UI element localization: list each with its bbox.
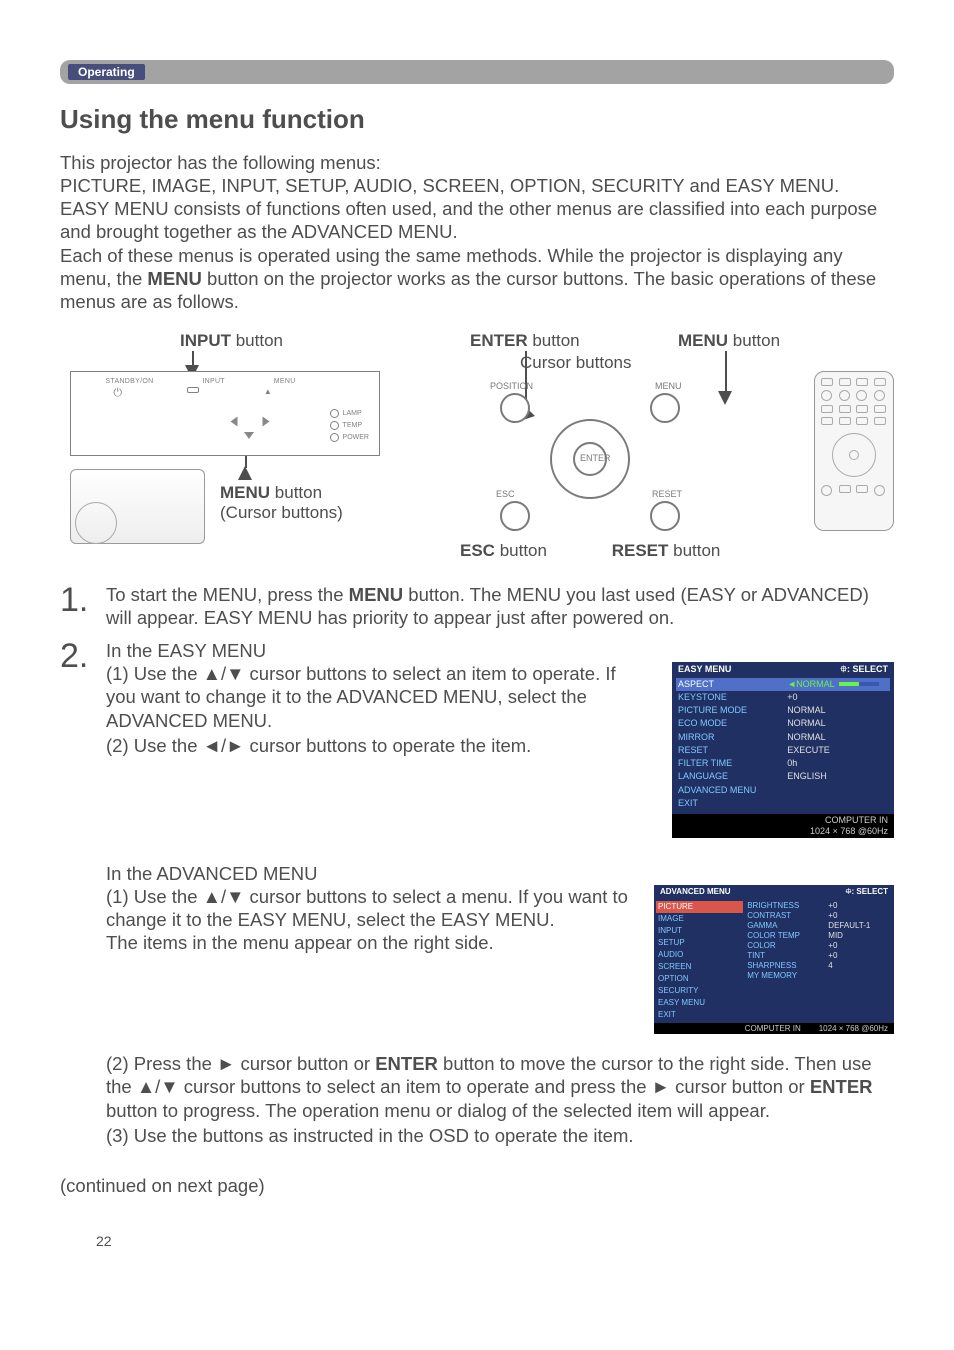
- page-title: Using the menu function: [60, 104, 894, 135]
- cursor-diagram: POSITION MENU ENTER ESC RESET: [460, 381, 720, 536]
- projector-top-panel: STANDBY/ON INPUT MENU ⏻ ▲ LAMP TEMP: [70, 371, 380, 456]
- adv-menu-item: IMAGE: [656, 913, 743, 925]
- easy-menu-row: RESETEXECUTE: [676, 744, 890, 757]
- page-number: 22: [60, 1233, 894, 1249]
- adv-step-3: (3) Use the buttons as instructed in the…: [106, 1124, 894, 1147]
- adv-step-2: (2) Press the ► cursor button or ENTER b…: [106, 1052, 894, 1121]
- section-tag: Operating: [68, 64, 145, 80]
- projector-diagram: STANDBY/ON INPUT MENU ⏻ ▲ LAMP TEMP: [70, 371, 380, 546]
- adv-menu-subitem: MY MEMORY: [747, 971, 892, 981]
- adv-menu-item: AUDIO: [656, 949, 743, 961]
- panel-temp-label: TEMP: [343, 420, 362, 432]
- adv-menu-item: SETUP: [656, 937, 743, 949]
- adv-step-1: (1) Use the ▲/▼ cursor buttons to select…: [106, 885, 634, 931]
- adv-menu-item: PICTURE: [656, 901, 743, 913]
- adv-menu-item: INPUT: [656, 925, 743, 937]
- adv-menu-item: EXIT: [656, 1009, 743, 1021]
- step-2: 2. In the EASY MENU (1) Use the ▲/▼ curs…: [60, 639, 894, 1147]
- menu-button-label: MENU button: [678, 331, 780, 351]
- diag-menu-button: [650, 393, 680, 423]
- panel-lamp-label: LAMP: [343, 408, 362, 420]
- easy-menu-foot1: COMPUTER IN: [825, 815, 888, 825]
- panel-input-label: INPUT: [202, 378, 225, 385]
- menu-cursor-label: MENU button (Cursor buttons): [220, 483, 343, 523]
- diag-position-label: POSITION: [490, 381, 533, 391]
- easy-menu-screenshot: EASY MENU ⯐: SELECT ASPECT◄NORMALKEYSTON…: [672, 662, 894, 837]
- adv-menu-subitem: GAMMADEFAULT-1: [747, 921, 892, 931]
- easy-menu-row: ADVANCED MENU: [676, 784, 890, 797]
- projector-body-icon: [70, 469, 205, 544]
- section-bar: Operating: [60, 60, 894, 84]
- adv-menu-item: SCREEN: [656, 961, 743, 973]
- step-1: 1. To start the MENU, press the MENU but…: [60, 583, 894, 629]
- enter-button-label: ENTER button: [470, 331, 580, 351]
- easy-menu-heading: In the EASY MENU: [106, 639, 894, 662]
- adv-menu-subitem: COLOR+0: [747, 941, 892, 951]
- adv-menu-screenshot: ADVANCED MENU ⯐: SELECT PICTUREIMAGEINPU…: [654, 885, 894, 1035]
- adv-menu-subitem: CONTRAST+0: [747, 911, 892, 921]
- adv-menu-subitem: TINT+0: [747, 951, 892, 961]
- easy-step-2: (2) Use the ◄/► cursor buttons to operat…: [106, 734, 634, 757]
- continued-text: (continued on next page): [60, 1175, 894, 1197]
- adv-menu-foot2: 1024 × 768 @60Hz: [819, 1024, 888, 1034]
- esc-button-label: ESC button: [460, 541, 547, 561]
- diag-esc-button: [500, 501, 530, 531]
- adv-menu-item: EASY MENU: [656, 997, 743, 1009]
- easy-menu-row: LANGUAGEENGLISH: [676, 770, 890, 783]
- diag-menu-label: MENU: [655, 381, 682, 391]
- step-2-number: 2.: [60, 639, 92, 1147]
- diag-position-button: [500, 393, 530, 423]
- cursor-buttons-label: Cursor buttons: [520, 353, 632, 373]
- step-1-number: 1.: [60, 583, 92, 629]
- diag-reset-button: [650, 501, 680, 531]
- easy-menu-row: KEYSTONE+0: [676, 691, 890, 704]
- adv-menu-title: ADVANCED MENU: [660, 887, 731, 897]
- easy-menu-foot2: 1024 × 768 @60Hz: [810, 826, 888, 836]
- panel-standby-label: STANDBY/ON: [105, 378, 153, 385]
- adv-step-1b: The items in the menu appear on the righ…: [106, 931, 634, 954]
- easy-step-1: (1) Use the ▲/▼ cursor buttons to select…: [106, 662, 634, 731]
- easy-menu-row: FILTER TIME0h: [676, 757, 890, 770]
- diag-reset-label: RESET: [652, 489, 682, 499]
- adv-menu-subitem: SHARPNESS4: [747, 961, 892, 971]
- adv-menu-foot1: COMPUTER IN: [745, 1024, 801, 1034]
- remote-diagram: [814, 371, 894, 531]
- figure-area: INPUT button STANDBY/ON INPUT MENU ⏻ ▲: [60, 331, 894, 571]
- diag-esc-label: ESC: [496, 489, 515, 499]
- panel-menu-label: MENU: [274, 378, 296, 385]
- adv-menu-heading: In the ADVANCED MENU: [106, 862, 894, 885]
- adv-menu-item: OPTION: [656, 973, 743, 985]
- adv-menu-subitem: BRIGHTNESS+0: [747, 901, 892, 911]
- intro-text: This projector has the following menus: …: [60, 151, 894, 313]
- easy-menu-row: MIRRORNORMAL: [676, 731, 890, 744]
- reset-button-label: RESET button: [612, 541, 721, 561]
- input-button-label: INPUT button: [180, 331, 283, 351]
- step-1-body: To start the MENU, press the MENU button…: [106, 583, 894, 629]
- easy-menu-row: PICTURE MODENORMAL: [676, 704, 890, 717]
- easy-menu-row: ECO MODENORMAL: [676, 717, 890, 730]
- diag-enter-label: ENTER: [580, 453, 611, 463]
- adv-menu-subitem: COLOR TEMPMID: [747, 931, 892, 941]
- easy-menu-select: ⯐: SELECT: [840, 664, 888, 675]
- adv-menu-item: SECURITY: [656, 985, 743, 997]
- panel-power-label: POWER: [343, 432, 369, 444]
- adv-menu-select: ⯐: SELECT: [846, 887, 888, 897]
- easy-menu-title: EASY MENU: [678, 664, 731, 675]
- easy-menu-row: ASPECT◄NORMAL: [676, 678, 890, 691]
- easy-menu-row: EXIT: [676, 797, 890, 810]
